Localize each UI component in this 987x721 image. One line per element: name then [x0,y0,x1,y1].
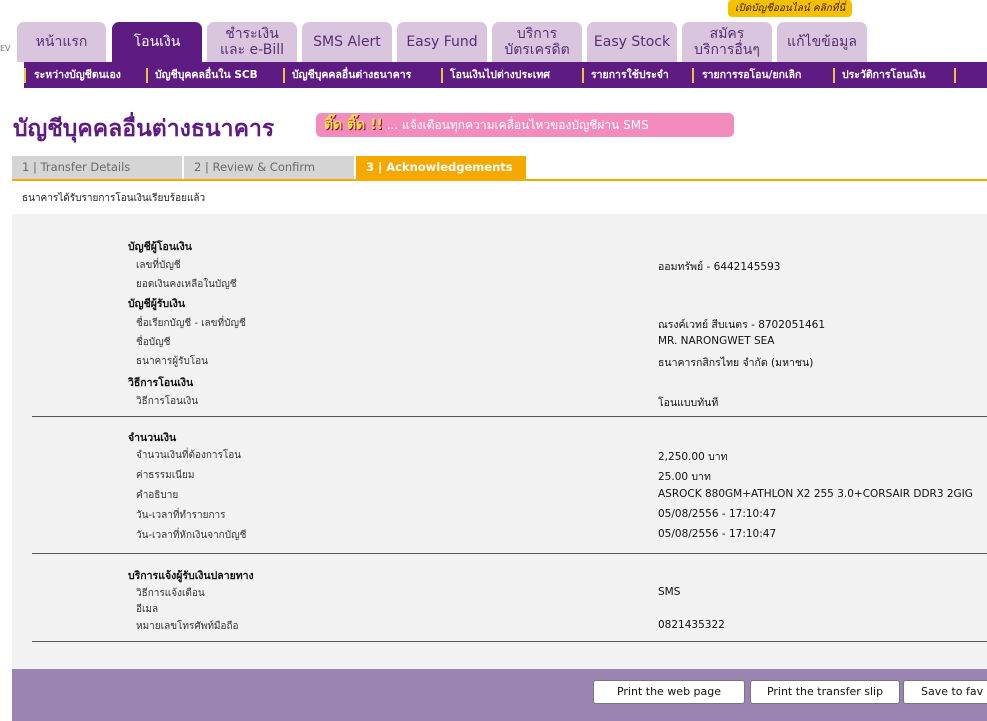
subnav-separator [441,68,443,83]
tab-easy-stock[interactable]: Easy Stock [587,22,677,62]
subnav-separator [146,68,148,83]
mobile-label: หมายเลขโทรศัพท์มือถือ [136,621,239,632]
transaction-time-label: วัน-เวลาที่ทำรายการ [136,510,226,521]
transaction-time-value: 05/08/2556 - 17:10:47 [658,508,777,520]
print-page-button[interactable]: Print the web page [593,680,745,704]
tab-edit-profile[interactable]: แก้ไขข้อมูล [777,22,867,62]
page-title: บัญชีบุคคลอื่นต่างธนาคาร [13,116,275,142]
subnav-separator [833,68,835,83]
section-divider [32,553,987,554]
print-slip-button[interactable]: Print the transfer slip [750,680,900,704]
open-account-banner[interactable]: เปิดบัญชีออนไลน์ คลิกที่นี่ [728,0,853,17]
account-name-label: ชื่อบัญชี [136,337,171,348]
to-account-header: บัญชีผู้รับเงิน [128,298,186,310]
amount-value: 2,250.00 บาท [658,451,728,463]
subnav-separator [283,68,285,83]
tab-bill-payment[interactable]: ชำระเงิน และ e-Bill [207,22,297,62]
description-value: ASROCK 880GM+ATHLON X2 255 3.0+CORSAIR D… [658,488,973,500]
recipient-bank-label: ธนาคารผู้รับโอน [136,356,209,367]
corner-text: EV [0,44,11,53]
tab-transfer[interactable]: โอนเงิน [112,22,202,62]
method-value: โอนแบบทันที [658,397,719,409]
amount-header: จำนวนเงิน [128,432,177,444]
notify-method-value: SMS [658,586,681,598]
recipient-bank-value: ธนาคารกสิกรไทย จำกัด (มหาชน) [658,357,814,369]
amount-label: จำนวนเงินที่ต้องการโอน [136,450,242,461]
method-label: วิธีการโอนเงิน [136,396,199,407]
sub-navigation: ระหว่างบัญชีตนเอง บัญชีบุคคลอื่นใน SCB บ… [24,62,987,88]
subnav-separator [692,68,694,83]
notify-header: บริการแจ้งผู้รับเงินปลายทาง [128,570,254,582]
step-transfer-details: 1 | Transfer Details [12,156,182,179]
subnav-separator [24,68,26,83]
method-header: วิธีการโอนเงิน [128,377,194,389]
mobile-value: 0821435322 [658,619,725,631]
tab-other-services[interactable]: สมัคร บริการอื่นๆ [682,22,772,62]
subnav-own-accounts[interactable]: ระหว่างบัญชีตนเอง [34,62,121,88]
tab-easy-fund[interactable]: Easy Fund [397,22,487,62]
email-label: อีเมล [136,604,159,615]
subnav-overseas[interactable]: โอนเงินไปต่างประเทศ [450,62,550,88]
notify-method-label: วิธีการแจ้งเตือน [136,588,205,599]
promo-text: ... แจ้งเตือนทุกความเคลื่อนไหวของบัญชีผ่… [382,118,649,132]
main-tab-bar: EV หน้าแรก โอนเงิน ชำระเงิน และ e-Bill S… [0,0,987,62]
subnav-other-scb[interactable]: บัญชีบุคคลอื่นใน SCB [155,62,258,88]
subnav-pending[interactable]: รายการรอโอน/ยกเลิก [702,62,801,88]
subnav-separator [582,68,584,83]
section-divider [32,416,987,417]
promo-highlight: ติ๊ด ติ๊ด !! [324,117,383,133]
save-favorite-button[interactable]: Save to fav [903,680,987,704]
tab-home[interactable]: หน้าแรก [17,22,106,62]
fee-label: ค่าธรรมเนียม [136,470,195,481]
debit-time-value: 05/08/2556 - 17:10:47 [658,528,777,540]
step-underline [12,179,987,181]
step-review-confirm: 2 | Review & Confirm [184,156,354,179]
tab-credit-card[interactable]: บริการ บัตรเครดิต [492,22,582,62]
subnav-history[interactable]: ประวัติการโอนเงิน [842,62,926,88]
step-acknowledgements: 3 | Acknowledgements [356,156,526,179]
sms-promo-banner[interactable]: ติ๊ด ติ๊ด !! ... แจ้งเตือนทุกความเคลื่อน… [316,113,734,137]
description-label: คำอธิบาย [136,490,179,501]
nickname-value: ณรงค์เวทย์ สีบเนตร - 8702051461 [658,319,825,331]
nickname-label: ชื่อเรียกบัญชี - เลขที่บัญชี [136,318,246,329]
account-name-value: MR. NARONGWET SEA [658,335,775,347]
subnav-separator [954,68,956,83]
debit-time-label: วัน-เวลาที่หักเงินจากบัญชี [136,530,247,541]
account-no-value: ออมทรัพย์ - 6442145593 [658,261,781,273]
acknowledgement-message: ธนาคารได้รับรายการโอนเงินเรียบร้อยแล้ว [22,193,206,204]
subnav-frequent[interactable]: รายการใช้ประจำ [591,62,669,88]
balance-label: ยอดเงินคงเหลือในบัญชี [136,279,237,290]
subnav-other-bank[interactable]: บัญชีบุคคลอื่นต่างธนาคาร [292,62,411,88]
section-divider [32,641,987,642]
account-no-label: เลขที่บัญชี [136,260,181,271]
tab-sms-alert[interactable]: SMS Alert [302,22,392,62]
fee-value: 25.00 บาท [658,471,711,483]
from-account-header: บัญชีผู้โอนเงิน [128,241,192,253]
